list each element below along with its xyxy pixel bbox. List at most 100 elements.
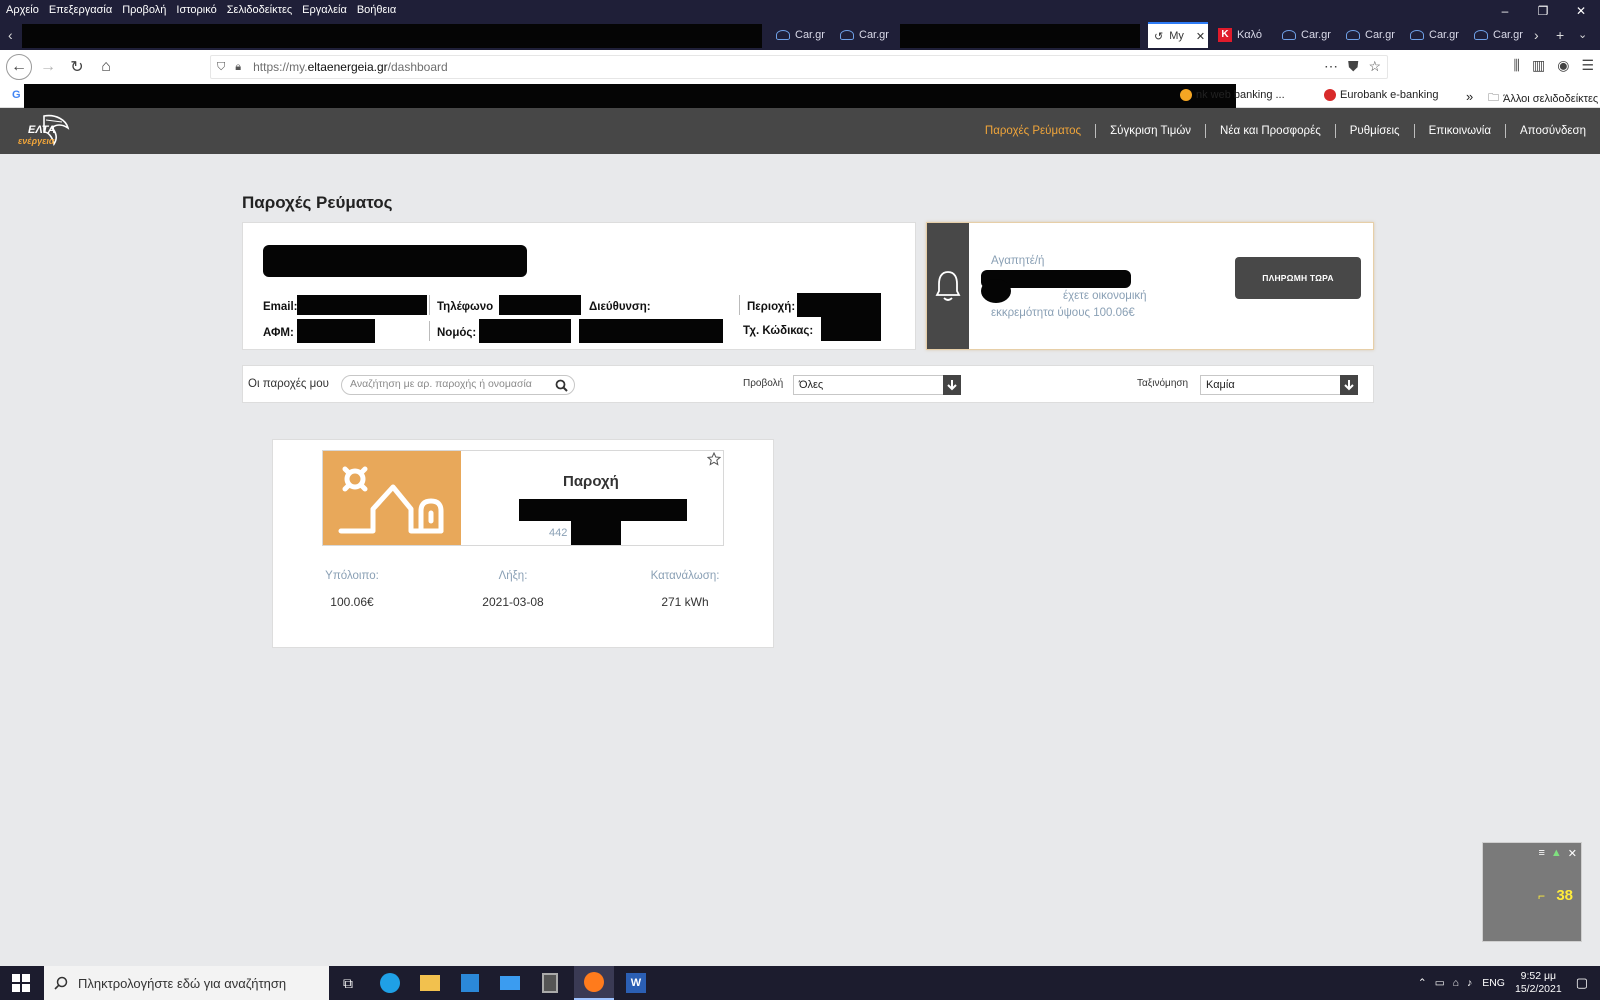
google-icon[interactable]: G <box>12 89 21 101</box>
elta-logo[interactable]: ΕΛΤΑ ενέργεια <box>16 112 72 150</box>
nav-supplies[interactable]: Παροχές Ρεύματος <box>971 124 1095 138</box>
language-indicator[interactable]: ENG <box>1482 977 1505 989</box>
tab-scroll-left-icon[interactable]: ‹ <box>8 20 13 50</box>
bookmark-label: Άλλοι σελιδοδείκτες <box>1503 92 1599 105</box>
account-icon[interactable]: ◉ <box>1557 57 1569 74</box>
clock[interactable]: 9:52 μμ 15/2/2021 <box>1515 970 1562 996</box>
back-icon[interactable]: ← <box>6 54 32 80</box>
hamburger-menu-icon[interactable]: ☰ <box>1581 57 1594 74</box>
tab-cargr-2[interactable]: Car.gr <box>834 22 896 48</box>
tab-cargr-5[interactable]: Car.gr <box>1404 22 1466 48</box>
redacted-email <box>297 295 427 315</box>
arrow-down-icon[interactable] <box>1340 375 1358 395</box>
tab-cargr-3[interactable]: Car.gr <box>1276 22 1338 48</box>
menu-bookmarks[interactable]: Σελιδοδείκτες <box>227 4 292 16</box>
reload-icon[interactable]: ↻ <box>64 54 90 80</box>
menu-view[interactable]: Προβολή <box>122 4 166 16</box>
sidebar-icon[interactable]: ▥ <box>1532 57 1545 74</box>
tray-overflow-icon[interactable]: ⌃ <box>1418 977 1427 989</box>
redacted-afm <box>297 319 375 343</box>
logo-subtext: ενέργεια <box>18 136 55 146</box>
supply-header: Παροχή 442 <box>322 450 724 546</box>
close-window-icon[interactable]: ✕ <box>1562 0 1600 22</box>
tab-cargr-4[interactable]: Car.gr <box>1340 22 1402 48</box>
floating-widget: ≡ ▲ ✕ ⌐ 38 <box>1482 842 1582 942</box>
close-tab-icon[interactable]: ✕ <box>1196 30 1205 43</box>
menu-history[interactable]: Ιστορικό <box>176 4 216 16</box>
calculator-icon[interactable] <box>530 966 570 1000</box>
url-bar[interactable]: ⛉ 🔒︎ https://my.eltaenergeia.gr/dashboar… <box>210 55 1388 79</box>
url-domain: eltaenergeia.gr <box>307 60 388 74</box>
minimize-icon[interactable]: – <box>1486 0 1524 22</box>
mail-icon[interactable] <box>490 966 530 1000</box>
restore-icon[interactable]: ❐ <box>1524 0 1562 22</box>
bookmark-web-banking[interactable]: nk web banking ... <box>1180 89 1285 101</box>
favorite-star-icon[interactable] <box>707 452 721 466</box>
page-title: Παροχές Ρεύματος <box>242 193 393 212</box>
pay-now-button[interactable]: ΠΛΗΡΩΜΗ ΤΩΡΑ <box>1235 257 1361 299</box>
forward-icon[interactable]: → <box>35 54 61 80</box>
region-label: Περιοχή: <box>747 301 796 313</box>
nav-settings[interactable]: Ρυθμίσεις <box>1334 124 1414 138</box>
supply-card[interactable]: Παροχή 442 Υπόλοιπο: 100.06€ Λήξη: 2021-… <box>272 439 774 648</box>
search-icon[interactable] <box>555 379 568 392</box>
menu-file[interactable]: Αρχείο <box>6 4 39 16</box>
redacted-customer-name <box>263 245 527 277</box>
redacted-postal-code <box>821 317 881 341</box>
tab-cargr-1[interactable]: Car.gr <box>770 22 832 48</box>
notice-strip <box>927 223 969 349</box>
tab-cargr-6[interactable]: Car.gr <box>1468 22 1530 48</box>
bookmark-eurobank[interactable]: Eurobank e-banking <box>1324 89 1438 101</box>
tab-label: Car.gr <box>1493 29 1523 41</box>
cargr-icon <box>1282 30 1296 40</box>
new-tab-icon[interactable]: + <box>1556 20 1564 50</box>
filter-bar: Οι παροχές μου Προβολή Όλες Ταξινόμηση Κ… <box>242 365 1374 403</box>
tab-kalo[interactable]: K Καλό <box>1212 22 1274 48</box>
widget-menu-icon[interactable]: ≡ <box>1538 847 1544 860</box>
widget-close-icon[interactable]: ✕ <box>1568 847 1577 860</box>
library-icon[interactable]: ⫼ <box>1514 57 1520 74</box>
supply-title: Παροχή <box>563 473 619 490</box>
page-actions-icon[interactable]: ⋯ <box>1324 58 1338 75</box>
cargr-icon <box>1346 30 1360 40</box>
bookmark-other[interactable]: 🗀 Άλλοι σελιδοδείκτες <box>1488 89 1598 108</box>
arrow-down-icon[interactable] <box>943 375 961 395</box>
widget-up-icon[interactable]: ▲ <box>1551 847 1562 860</box>
word-icon[interactable]: W <box>616 966 656 1000</box>
tab-list-icon[interactable]: ⌄ <box>1578 20 1587 50</box>
bookmarks-overflow-icon[interactable]: » <box>1466 89 1473 104</box>
store-icon[interactable] <box>450 966 490 1000</box>
bookmark-star-icon[interactable]: ☆ <box>1368 58 1381 75</box>
firefox-icon[interactable] <box>574 966 614 1000</box>
search-input[interactable] <box>350 378 550 390</box>
nav-news-offers[interactable]: Νέα και Προσφορές <box>1205 124 1335 138</box>
taskbar-search[interactable]: Πληκτρολογήστε εδώ για αναζήτηση <box>44 966 329 1000</box>
tab-scroll-right-icon[interactable]: › <box>1534 20 1539 50</box>
sort-select[interactable]: Καμία <box>1200 375 1358 395</box>
nav-logout[interactable]: Αποσύνδεση <box>1505 124 1600 138</box>
nav-price-compare[interactable]: Σύγκριση Τιμών <box>1095 124 1205 138</box>
file-explorer-icon[interactable] <box>410 966 450 1000</box>
task-view-icon[interactable]: ⧉ <box>328 966 368 1000</box>
tab-label: Car.gr <box>859 29 889 41</box>
window-controls: – ❐ ✕ <box>1486 0 1600 22</box>
house-meter-icon <box>338 466 444 534</box>
network-icon[interactable]: ⌂ <box>1453 977 1459 989</box>
nav-contact[interactable]: Επικοινωνία <box>1413 124 1505 138</box>
home-icon[interactable]: ⌂ <box>93 54 119 80</box>
edge-icon[interactable] <box>370 966 410 1000</box>
menu-tools[interactable]: Εργαλεία <box>302 4 347 16</box>
tab-label: My <box>1169 30 1184 42</box>
tab-my-eltaenergeia[interactable]: ↺ My ✕ <box>1148 22 1208 48</box>
view-select[interactable]: Όλες <box>793 375 961 395</box>
battery-icon[interactable]: ▭ <box>1435 977 1445 989</box>
menu-help[interactable]: Βοήθεια <box>357 4 396 16</box>
notifications-icon[interactable]: ▢ <box>1576 975 1588 991</box>
divider <box>429 295 430 315</box>
tab-label: Car.gr <box>1301 29 1331 41</box>
cargr-icon <box>1474 30 1488 40</box>
volume-icon[interactable]: ♪ <box>1467 977 1472 989</box>
menu-edit[interactable]: Επεξεργασία <box>49 4 112 16</box>
windows-start-icon[interactable] <box>12 974 30 992</box>
pocket-icon[interactable]: ⛊ <box>1348 58 1359 75</box>
